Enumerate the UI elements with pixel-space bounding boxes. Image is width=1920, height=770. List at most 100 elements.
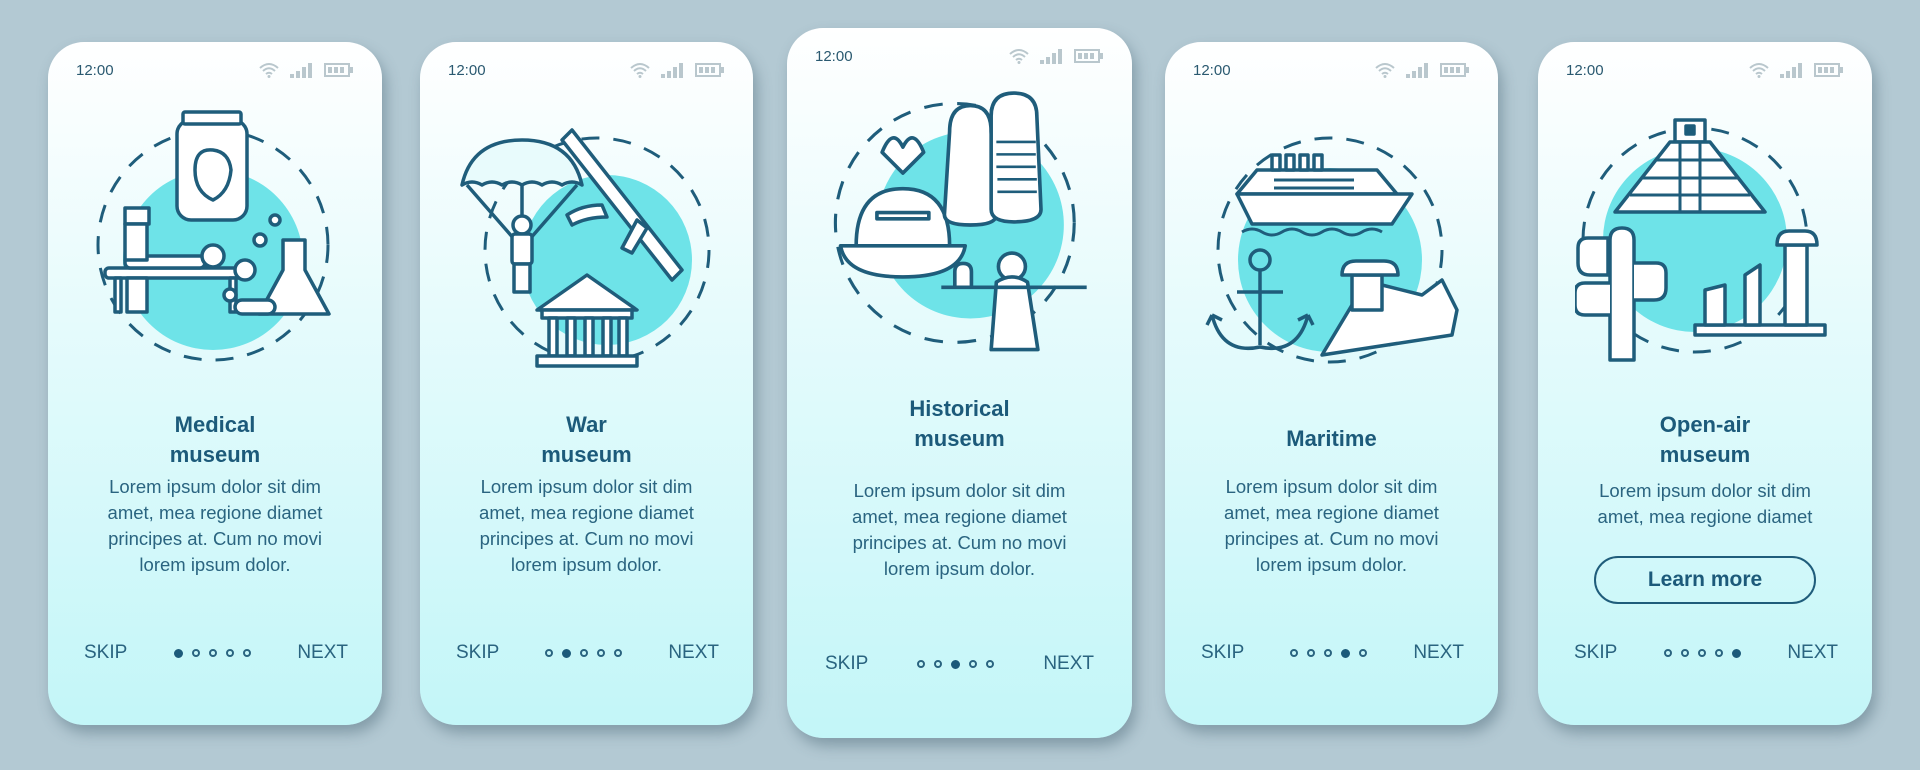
description-line: principes at. Cum no movi: [108, 528, 322, 549]
page-dot[interactable]: [1324, 649, 1333, 657]
card-description: Lorem ipsum dolor sit dim amet, mea regi…: [1185, 474, 1478, 578]
description-line: lorem ipsum dolor.: [883, 558, 1036, 579]
card-title-line2: museum: [169, 442, 261, 467]
card-footer: SKIP NEXT: [84, 642, 348, 664]
description-line: amet, mea regione diamet: [107, 502, 323, 523]
page-indicator: [1663, 648, 1741, 658]
next-button[interactable]: NEXT: [1413, 642, 1464, 664]
page-dot-active[interactable]: [1341, 648, 1351, 658]
status-bar: 12:00: [448, 60, 725, 80]
next-button[interactable]: NEXT: [297, 642, 348, 664]
maritime-museum-illustration: [1204, 136, 1459, 364]
card-title-line1: Historical: [909, 396, 1010, 421]
description-line: amet, mea regione diamet: [479, 502, 694, 523]
skip-button[interactable]: SKIP: [84, 642, 127, 664]
paratrooper-head: [510, 214, 533, 236]
description-line: principes at. Cum no movi: [479, 528, 694, 549]
card-title-line1: War: [566, 412, 607, 437]
pills-icon: [233, 298, 277, 316]
mummy-icon: [942, 103, 998, 227]
card-title-line2: museum: [1659, 442, 1751, 467]
page-dot-active[interactable]: [562, 648, 572, 658]
battery-icon: [1074, 49, 1103, 63]
skip-button[interactable]: SKIP: [825, 653, 868, 675]
status-bar: 12:00: [1566, 60, 1844, 80]
open-air-museum-illustration: [1575, 118, 1827, 362]
description-line: Lorem ipsum dolor sit dim: [1225, 476, 1438, 497]
card-description: Lorem ipsum dolor sit dim amet, mea regi…: [1558, 478, 1852, 530]
skip-button[interactable]: SKIP: [1574, 642, 1617, 664]
onboarding-card-historical: 12:00 Historical museum Lorem ipsum dolo…: [787, 28, 1132, 738]
page-dot[interactable]: [1663, 649, 1672, 657]
page-dot[interactable]: [1697, 649, 1706, 657]
status-time: 12:00: [815, 47, 853, 65]
onboarding-card-medical: 12:00 Medical museum Lorem ipsum dolor s…: [48, 42, 382, 725]
battery-icon: [1440, 63, 1469, 77]
page-dot[interactable]: [1359, 649, 1368, 657]
description-line: lorem ipsum dolor.: [1255, 554, 1408, 575]
skip-button[interactable]: SKIP: [1201, 642, 1244, 664]
card-footer: SKIP NEXT: [456, 642, 719, 664]
next-button[interactable]: NEXT: [1043, 653, 1094, 675]
page-dot[interactable]: [597, 649, 606, 657]
onboarding-card-open-air: 12:00 Open-air museum Lorem ipsum dolor …: [1538, 42, 1872, 725]
signal-icon: [661, 63, 683, 78]
historical-museum-illustration: [833, 91, 1087, 352]
description-line: Lorem ipsum dolor sit dim: [853, 480, 1066, 501]
page-dot-active[interactable]: [173, 648, 183, 658]
card-footer: SKIP NEXT: [1201, 642, 1464, 664]
page-dot-active[interactable]: [1731, 648, 1741, 658]
page-dot[interactable]: [1714, 649, 1723, 657]
status-time: 12:00: [448, 61, 486, 79]
page-dot[interactable]: [934, 660, 943, 668]
status-time: 12:00: [1566, 61, 1604, 79]
page-indicator: [173, 648, 251, 658]
battery-icon: [324, 63, 353, 77]
card-description: Lorem ipsum dolor sit dim amet, mea regi…: [807, 478, 1112, 582]
card-title-line1: Open-air: [1659, 412, 1751, 437]
page-dot[interactable]: [191, 649, 200, 657]
page-dot-active[interactable]: [951, 659, 961, 669]
status-bar: 12:00: [815, 46, 1104, 66]
page-dot[interactable]: [225, 649, 234, 657]
learn-more-button[interactable]: Learn more: [1594, 556, 1816, 604]
skip-button[interactable]: SKIP: [456, 642, 499, 664]
next-button[interactable]: NEXT: [668, 642, 719, 664]
card-title-line1: Maritime: [1286, 426, 1377, 451]
status-time: 12:00: [1193, 61, 1231, 79]
cactus-icon: [1608, 226, 1636, 362]
page-dot[interactable]: [917, 660, 926, 668]
wifi-icon: [1009, 49, 1029, 64]
page-indicator: [545, 648, 623, 658]
cruise-ship-icon: [1234, 168, 1399, 196]
patient-head: [200, 243, 226, 269]
war-museum-illustration: [459, 128, 710, 368]
page-dot[interactable]: [242, 649, 251, 657]
description-line: amet, mea regione diamet: [1597, 506, 1813, 527]
page-dot[interactable]: [208, 649, 217, 657]
parachute-icon: [459, 138, 584, 187]
anchor-icon: [1247, 248, 1272, 272]
wifi-icon: [1375, 63, 1395, 78]
page-dot[interactable]: [969, 660, 978, 668]
next-button[interactable]: NEXT: [1787, 642, 1838, 664]
card-footer: SKIP NEXT: [1574, 642, 1838, 664]
signal-icon: [1040, 49, 1062, 64]
description-line: amet, mea regione diamet: [1224, 502, 1439, 523]
card-title-line2: museum: [541, 442, 632, 467]
card-footer: SKIP NEXT: [825, 653, 1094, 675]
page-dot[interactable]: [986, 660, 995, 668]
wifi-icon: [259, 63, 279, 78]
description-line: lorem ipsum dolor.: [510, 554, 663, 575]
molecule-icon: [252, 232, 268, 248]
description-line: lorem ipsum dolor.: [139, 554, 291, 575]
medical-museum-illustration: [96, 110, 331, 362]
page-dot[interactable]: [1680, 649, 1689, 657]
page-dot[interactable]: [1307, 649, 1316, 657]
page-indicator: [1290, 648, 1368, 658]
page-dot[interactable]: [545, 649, 554, 657]
description-line: principes at. Cum no movi: [1224, 528, 1439, 549]
page-dot[interactable]: [580, 649, 589, 657]
page-dot[interactable]: [1290, 649, 1299, 657]
page-dot[interactable]: [614, 649, 623, 657]
